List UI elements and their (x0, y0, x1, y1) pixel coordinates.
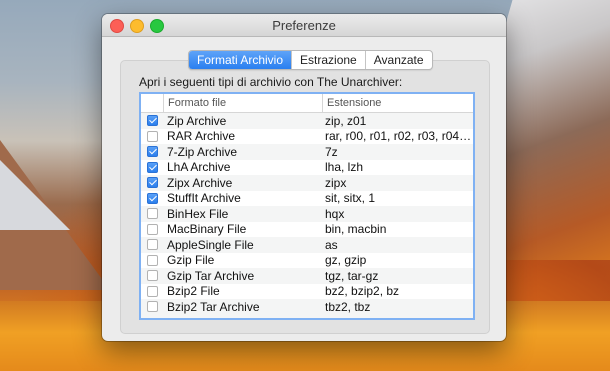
check-cell (141, 254, 163, 266)
archive-formats-panel: Apri i seguenti tipi di archivio con The… (120, 60, 490, 334)
check-cell (141, 115, 163, 127)
extension-cell: zip, z01 (325, 113, 367, 128)
extension-cell: tgz, tar-gz (325, 268, 379, 283)
table-header: Formato file Estensione (141, 94, 473, 113)
format-cell: Zip Archive (167, 113, 227, 128)
checkbox[interactable] (146, 115, 158, 127)
table-row[interactable]: Bzip2 File bz2, bzip2, bz (141, 284, 473, 300)
table-row[interactable]: StuffIt Archive sit, sitx, 1 (141, 191, 473, 207)
table-row[interactable]: MacBinary File bin, macbin (141, 222, 473, 238)
table-row[interactable]: Zipx Archive zipx (141, 175, 473, 191)
tab-bar: Formati Archivio Estrazione Avanzate (188, 50, 433, 70)
table-row[interactable]: AppleSingle File as (141, 237, 473, 253)
header-check-column (141, 94, 164, 112)
format-cell: Gzip Tar Archive (167, 268, 255, 283)
check-cell (141, 285, 163, 297)
format-cell: RAR Archive (167, 129, 236, 144)
format-cell: LhA Archive (167, 160, 231, 175)
table-row[interactable]: Bzip2 Tar Archive tbz2, tbz (141, 299, 473, 315)
checkbox[interactable] (146, 254, 158, 266)
check-cell (141, 130, 163, 142)
extension-cell: zipx (325, 175, 347, 190)
header-extension[interactable]: Estensione (323, 94, 473, 112)
check-cell (141, 270, 163, 282)
table-body: Zip Archive zip, z01 RAR Archive rar, r00, … (141, 113, 473, 315)
mountain-snow (0, 160, 70, 230)
checkbox[interactable] (146, 270, 158, 282)
extension-cell: rar, r00, r01, r02, r03, r04, r0... (325, 129, 473, 144)
table-row[interactable]: RAR Archive rar, r00, r01, r02, r03, r04,… (141, 129, 473, 145)
tab-estrazione[interactable]: Estrazione (292, 51, 366, 69)
window-title: Preferenze (272, 18, 336, 33)
checkbox[interactable] (146, 239, 158, 251)
tab-avanzate[interactable]: Avanzate (366, 51, 432, 69)
table-row[interactable]: LhA Archive lha, lzh (141, 160, 473, 176)
table-row[interactable]: Gzip Tar Archive tgz, tar-gz (141, 268, 473, 284)
table-row[interactable]: 7-Zip Archive 7z (141, 144, 473, 160)
checkbox[interactable] (146, 146, 158, 158)
checkbox[interactable] (146, 177, 158, 189)
extension-cell: bin, macbin (325, 222, 387, 237)
format-cell: Zipx Archive (167, 175, 233, 190)
check-cell (141, 146, 163, 158)
panel-caption: Apri i seguenti tipi di archivio con The… (139, 75, 403, 89)
table-row-partial (141, 314, 473, 318)
check-cell (141, 223, 163, 235)
check-cell (141, 301, 163, 313)
checkbox[interactable] (146, 161, 158, 173)
format-cell: 7-Zip Archive (167, 144, 238, 159)
extension-cell: 7z (325, 144, 338, 159)
checkbox[interactable] (146, 192, 158, 204)
checkbox[interactable] (146, 223, 158, 235)
extension-cell: sit, sitx, 1 (325, 191, 376, 206)
header-format[interactable]: Formato file (164, 94, 323, 112)
format-cell: Gzip File (167, 253, 215, 268)
table-row[interactable]: Zip Archive zip, z01 (141, 113, 473, 129)
title-bar[interactable]: Preferenze (102, 14, 506, 37)
format-cell: Bzip2 File (167, 284, 220, 299)
check-cell (141, 192, 163, 204)
extension-cell: tbz2, tbz (325, 299, 371, 314)
format-cell: AppleSingle File (167, 237, 254, 252)
check-cell (141, 161, 163, 173)
table-row[interactable]: Gzip File gz, gzip (141, 253, 473, 269)
checkbox[interactable] (146, 285, 158, 297)
extension-cell: hqx (325, 206, 345, 221)
check-cell (141, 208, 163, 220)
formats-table[interactable]: Formato file Estensione Zip Archive zip, … (139, 92, 475, 320)
checkbox[interactable] (146, 130, 158, 142)
format-cell: BinHex File (167, 206, 229, 221)
tab-formati-archivio[interactable]: Formati Archivio (189, 51, 293, 69)
format-cell: Bzip2 Tar Archive (167, 299, 260, 314)
extension-cell: lha, lzh (325, 160, 364, 175)
extension-cell: bz2, bzip2, bz (325, 284, 400, 299)
checkbox[interactable] (146, 208, 158, 220)
preferences-window: Preferenze Apri i seguenti tipi di archi… (102, 14, 506, 341)
check-cell (141, 177, 163, 189)
check-cell (141, 239, 163, 251)
format-cell: MacBinary File (167, 222, 247, 237)
checkbox[interactable] (146, 301, 158, 313)
extension-cell: gz, gzip (325, 253, 367, 268)
extension-cell: as (325, 237, 338, 252)
format-cell: StuffIt Archive (167, 191, 241, 206)
table-row[interactable]: BinHex File hqx (141, 206, 473, 222)
